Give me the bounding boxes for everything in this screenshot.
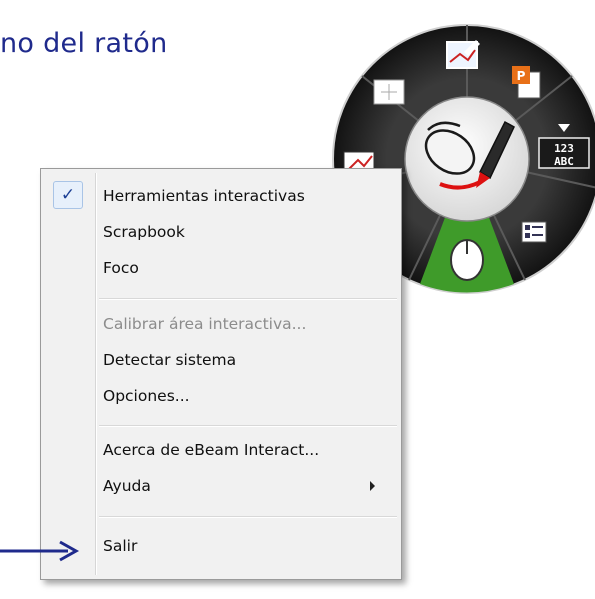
menu-item-label: Ayuda (103, 477, 151, 495)
menu-item-label: Detectar sistema (103, 351, 237, 369)
menu-separator (99, 425, 397, 427)
menu-item-label: Acerca de eBeam Interact... (103, 441, 320, 459)
keyboard-letters-label: ABC (554, 155, 574, 168)
menu-item-calibrar-area: Calibrar área interactiva... (45, 307, 397, 341)
menu-item-label: Herramientas interactivas (103, 187, 305, 205)
menu-item-foco[interactable]: Foco (45, 251, 397, 285)
page-heading: no del ratón (0, 28, 168, 59)
menu-item-detectar-sistema[interactable]: Detectar sistema (45, 343, 397, 377)
menu-item-scrapbook[interactable]: Scrapbook (45, 215, 397, 249)
menu-item-opciones[interactable]: Opciones... (45, 379, 397, 413)
submenu-arrow-icon (370, 481, 375, 491)
list-icon[interactable] (521, 221, 547, 243)
menu-item-ayuda[interactable]: Ayuda (45, 469, 397, 503)
keyboard-numbers-label: 123 (554, 142, 574, 155)
pen-annotate-icon[interactable] (446, 40, 480, 69)
cursor-icon[interactable] (373, 79, 405, 105)
menu-item-salir[interactable]: Salir (45, 529, 397, 563)
svg-text:P: P (517, 69, 526, 83)
menu-item-label: Salir (103, 537, 138, 555)
menu-separator (99, 516, 397, 518)
menu-item-label: Opciones... (103, 387, 190, 405)
menu-item-label: Calibrar área interactiva... (103, 315, 307, 333)
context-menu: ✓ Herramientas interactivas Scrapbook Fo… (40, 168, 402, 580)
pointer-arrow-icon (0, 540, 80, 562)
mouse-icon[interactable] (450, 239, 484, 281)
menu-item-herramientas-interactivas[interactable]: ✓ Herramientas interactivas (45, 179, 397, 213)
menu-item-label: Scrapbook (103, 223, 185, 241)
menu-separator (99, 298, 397, 300)
menu-item-acerca-de[interactable]: Acerca de eBeam Interact... (45, 433, 397, 467)
menu-item-label: Foco (103, 259, 139, 277)
check-icon: ✓ (53, 181, 83, 209)
